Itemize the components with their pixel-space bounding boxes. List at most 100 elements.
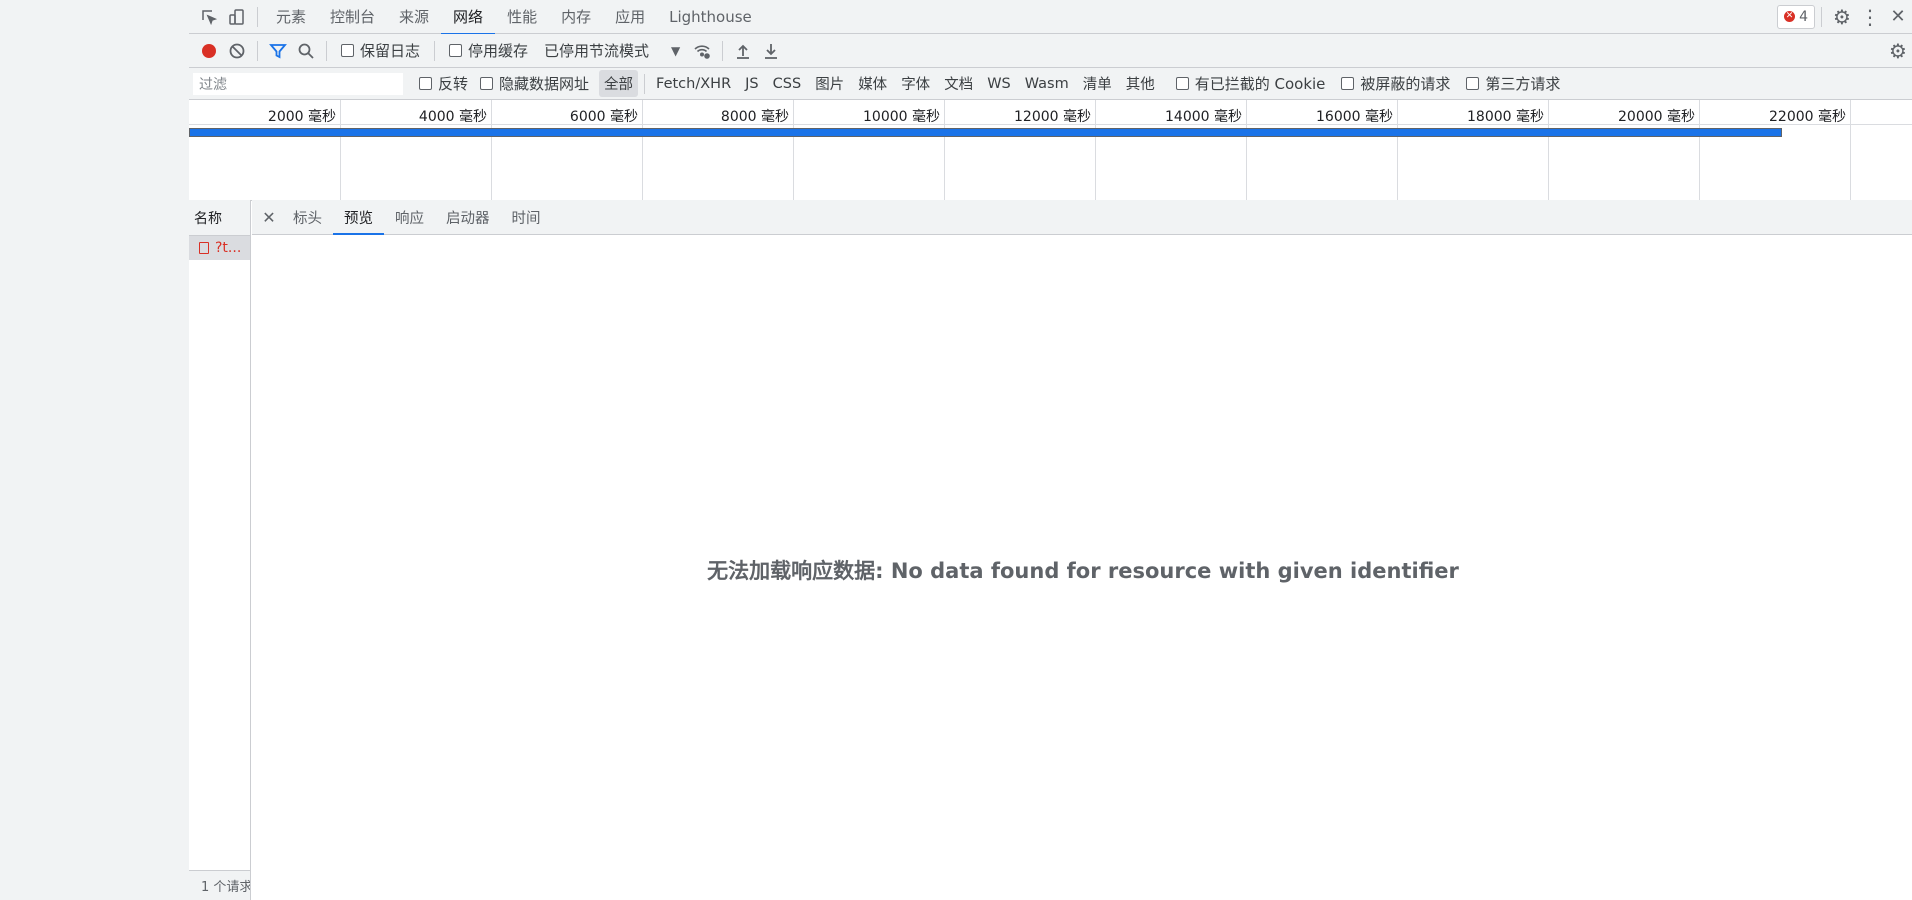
timeline-gridline [1548, 100, 1549, 200]
search-icon[interactable] [292, 37, 320, 65]
checkbox-box[interactable] [480, 77, 494, 90]
error-count-badge[interactable]: ✕ 4 [1777, 4, 1815, 29]
inspect-element-icon[interactable] [195, 3, 223, 31]
close-devtools-icon[interactable]: ✕ [1884, 3, 1912, 31]
type-filter-font[interactable]: 字体 [896, 70, 935, 97]
filter-input[interactable]: 过滤 [193, 72, 403, 95]
timeline-gridline [1850, 100, 1851, 200]
tab-network[interactable]: 网络 [441, 0, 496, 35]
tab-sources[interactable]: 来源 [387, 0, 441, 34]
record-button[interactable] [195, 37, 223, 65]
tab-initiator[interactable]: 启动器 [435, 200, 501, 235]
tabbar-separator [1821, 6, 1822, 27]
device-toolbar-icon[interactable] [223, 3, 251, 31]
checkbox-box[interactable] [341, 44, 354, 57]
tab-memory[interactable]: 内存 [549, 0, 603, 34]
tab-timing[interactable]: 时间 [501, 200, 552, 235]
request-detail-tabs: ✕ 标头 预览 响应 启动器 时间 [252, 200, 1912, 236]
blocked-requests-label: 被屏蔽的请求 [1360, 75, 1451, 93]
preserve-log-checkbox[interactable]: 保留日志 [341, 40, 420, 61]
clear-log-icon[interactable] [223, 37, 251, 65]
timeline-tick-label: 22000 毫秒 [1769, 109, 1846, 125]
toolbar-separator [257, 40, 258, 61]
preview-error-message: 无法加载响应数据: No data found for resource wit… [707, 559, 1459, 583]
hide-data-urls-checkbox[interactable]: 隐藏数据网址 [480, 73, 589, 94]
blocked-requests-checkbox[interactable]: 被屏蔽的请求 [1341, 73, 1450, 94]
type-filter-wasm[interactable]: Wasm [1020, 73, 1074, 95]
invert-label: 反转 [438, 75, 469, 93]
export-har-icon[interactable] [757, 37, 785, 65]
tab-console[interactable]: 控制台 [318, 0, 387, 34]
timeline-gridline [491, 100, 492, 200]
type-filter-js[interactable]: JS [740, 73, 763, 95]
settings-gear-icon[interactable]: ⚙ [1828, 3, 1856, 31]
timeline-tick-label: 20000 毫秒 [1618, 109, 1695, 125]
tab-headers[interactable]: 标头 [282, 200, 333, 235]
tabbar-separator [257, 6, 258, 27]
timeline-gridline [1699, 100, 1700, 200]
timeline-tick-label: 16000 毫秒 [1316, 109, 1393, 125]
timeline-tick-label: 4000 毫秒 [418, 109, 487, 125]
type-filter-doc[interactable]: 文档 [939, 70, 978, 97]
checkbox-box[interactable] [1175, 77, 1189, 90]
request-row[interactable]: ?t... [189, 236, 250, 260]
tab-elements[interactable]: 元素 [264, 0, 318, 34]
request-count-status: 1 个请求 [189, 870, 250, 900]
timeline-tick-label: 18000 毫秒 [1467, 109, 1544, 125]
network-conditions-icon[interactable] [688, 37, 716, 65]
timeline-gridline [1397, 100, 1398, 200]
type-filter-media[interactable]: 媒体 [853, 70, 892, 97]
timeline-gridline [1246, 100, 1247, 200]
type-filter-other[interactable]: 其他 [1121, 70, 1160, 97]
toolbar-separator [326, 40, 327, 61]
preview-pane: 无法加载响应数据: No data found for resource wit… [252, 235, 1912, 900]
devtools-panel: 元素 控制台 来源 网络 性能 内存 应用 Lighthouse ✕ 4 ⚙ ⋮… [189, 0, 1912, 900]
timeline-overview[interactable]: 2000 毫秒 4000 毫秒 6000 毫秒 8000 毫秒 10000 毫秒 1200… [189, 100, 1912, 201]
throttling-select[interactable]: 已停用节流模式 [544, 40, 649, 61]
type-filter-manifest[interactable]: 清单 [1078, 70, 1117, 97]
close-detail-icon[interactable]: ✕ [256, 200, 282, 234]
network-toolbar: 保留日志 停用缓存 已停用节流模式 ▼ ⚙ [189, 34, 1912, 68]
tab-preview[interactable]: 预览 [333, 200, 384, 236]
disable-cache-checkbox[interactable]: 停用缓存 [449, 40, 528, 61]
checkbox-box[interactable] [1341, 77, 1355, 90]
timeline-tick-label: 8000 毫秒 [720, 109, 789, 125]
file-icon [199, 242, 209, 254]
third-party-checkbox[interactable]: 第三方请求 [1466, 73, 1560, 94]
error-icon: ✕ [1784, 11, 1796, 22]
request-list: 名称 ?t... 1 个请求 [189, 200, 251, 900]
tab-application[interactable]: 应用 [603, 0, 657, 34]
chevron-down-icon[interactable]: ▼ [671, 44, 680, 58]
invert-checkbox[interactable]: 反转 [419, 73, 468, 94]
type-filter-img[interactable]: 图片 [810, 70, 849, 97]
filter-funnel-icon[interactable] [264, 37, 292, 65]
toolbar-separator [722, 40, 724, 61]
column-header-name[interactable]: 名称 [189, 200, 250, 236]
blocked-cookies-checkbox[interactable]: 有已拦截的 Cookie [1175, 73, 1325, 94]
request-timeline-bar [189, 128, 1782, 137]
timeline-tick-label: 12000 毫秒 [1014, 109, 1091, 125]
type-filter-ws[interactable]: WS [982, 73, 1016, 95]
checkbox-box[interactable] [449, 44, 463, 57]
more-options-icon[interactable]: ⋮ [1856, 3, 1884, 31]
timeline-gridline [340, 100, 341, 200]
import-har-icon[interactable] [729, 37, 757, 65]
timeline-tick-label: 6000 毫秒 [569, 109, 638, 125]
error-count: 4 [1799, 8, 1808, 25]
type-filter-fetch-xhr[interactable]: Fetch/XHR [651, 73, 736, 95]
network-settings-gear-icon[interactable]: ⚙ [1884, 37, 1912, 65]
timeline-gridline [793, 100, 794, 200]
type-filter-css[interactable]: CSS [768, 73, 807, 95]
type-filter-all[interactable]: 全部 [599, 70, 639, 97]
filter-bar: 过滤 反转 隐藏数据网址 全部 Fetch/XHR JS CSS 图片 媒体 字… [189, 68, 1912, 100]
tab-lighthouse[interactable]: Lighthouse [657, 0, 764, 34]
tab-performance[interactable]: 性能 [495, 0, 549, 34]
timeline-tick-label: 2000 毫秒 [267, 109, 336, 125]
toolbar-separator [434, 40, 436, 61]
checkbox-box[interactable] [419, 77, 432, 90]
preserve-log-label: 保留日志 [360, 42, 421, 60]
third-party-label: 第三方请求 [1485, 75, 1561, 93]
checkbox-box[interactable] [1466, 77, 1480, 90]
request-name: ?t... [215, 240, 242, 256]
tab-response[interactable]: 响应 [384, 200, 435, 235]
